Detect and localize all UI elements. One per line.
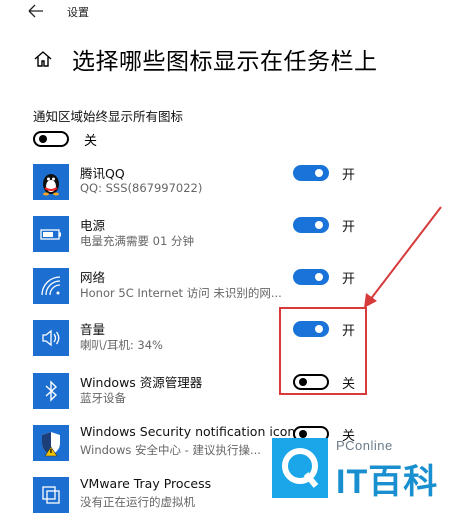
item-description: 蓝牙设备 bbox=[80, 391, 126, 405]
title-bar: 设置 bbox=[0, 0, 456, 26]
item-description: 电量充满需要 01 分钟 bbox=[80, 234, 194, 248]
watermark-big-text: IT百科 bbox=[336, 463, 439, 501]
page-title: 选择哪些图标显示在任务栏上 bbox=[72, 49, 378, 75]
toggle-knob bbox=[315, 221, 323, 229]
item-name: 网络 bbox=[80, 270, 106, 285]
item-description: 没有正在运行的虚拟机 bbox=[80, 495, 195, 509]
qq-toggle[interactable] bbox=[293, 165, 329, 181]
watermark-small-text: PConline bbox=[336, 438, 393, 453]
toggle-state: 开 bbox=[342, 272, 356, 287]
home-icon[interactable] bbox=[33, 49, 53, 69]
annotation-highlight-box bbox=[279, 307, 367, 395]
item-name: 电源 bbox=[80, 218, 106, 233]
always-show-toggle[interactable] bbox=[33, 131, 69, 147]
list-item-explorer-bluetooth: Windows 资源管理器 蓝牙设备 关 bbox=[0, 369, 456, 421]
battery-icon bbox=[33, 216, 69, 252]
toggle-state: 开 bbox=[342, 168, 356, 183]
list-item-qq: 腾讯QQ QQ: SSS(867997022) 开 bbox=[0, 160, 456, 212]
item-name: 腾讯QQ bbox=[80, 166, 125, 181]
speaker-icon bbox=[33, 320, 69, 356]
always-show-label: 通知区域始终显示所有图标 bbox=[33, 109, 184, 124]
toggle-knob bbox=[299, 430, 307, 438]
always-show-state: 关 bbox=[84, 134, 98, 149]
toggle-knob bbox=[39, 135, 47, 143]
watermark: PConline IT百科 bbox=[272, 438, 456, 513]
item-description: QQ: SSS(867997022) bbox=[80, 181, 203, 195]
wifi-icon bbox=[33, 268, 69, 304]
vmware-icon bbox=[33, 477, 69, 513]
toggle-knob bbox=[315, 273, 323, 281]
toggle-knob bbox=[315, 169, 323, 177]
watermark-logo-icon bbox=[272, 438, 328, 498]
list-item-power: 电源 电量充满需要 01 分钟 开 bbox=[0, 212, 456, 264]
item-description: Honor 5C Internet 访问 未识别的网... bbox=[80, 286, 282, 300]
back-arrow-icon[interactable] bbox=[25, 1, 47, 21]
item-name: Windows Security notification icon bbox=[80, 424, 296, 439]
network-toggle[interactable] bbox=[293, 269, 329, 285]
item-name: Windows 资源管理器 bbox=[80, 375, 203, 390]
qq-penguin-icon bbox=[33, 164, 69, 200]
item-description: Windows 安全中心 - 建议执行操... bbox=[80, 443, 261, 457]
item-name: VMware Tray Process bbox=[80, 476, 212, 491]
list-item-network: 网络 Honor 5C Internet 访问 未识别的网... 开 bbox=[0, 264, 456, 316]
bluetooth-icon bbox=[33, 373, 69, 409]
app-title: 设置 bbox=[67, 6, 89, 19]
list-item-volume: 音量 喇叭/耳机: 34% 开 bbox=[0, 316, 456, 368]
shield-icon bbox=[33, 425, 69, 461]
toggle-state: 开 bbox=[342, 220, 356, 235]
item-description: 喇叭/耳机: 34% bbox=[80, 338, 163, 352]
item-name: 音量 bbox=[80, 322, 106, 337]
power-toggle[interactable] bbox=[293, 217, 329, 233]
